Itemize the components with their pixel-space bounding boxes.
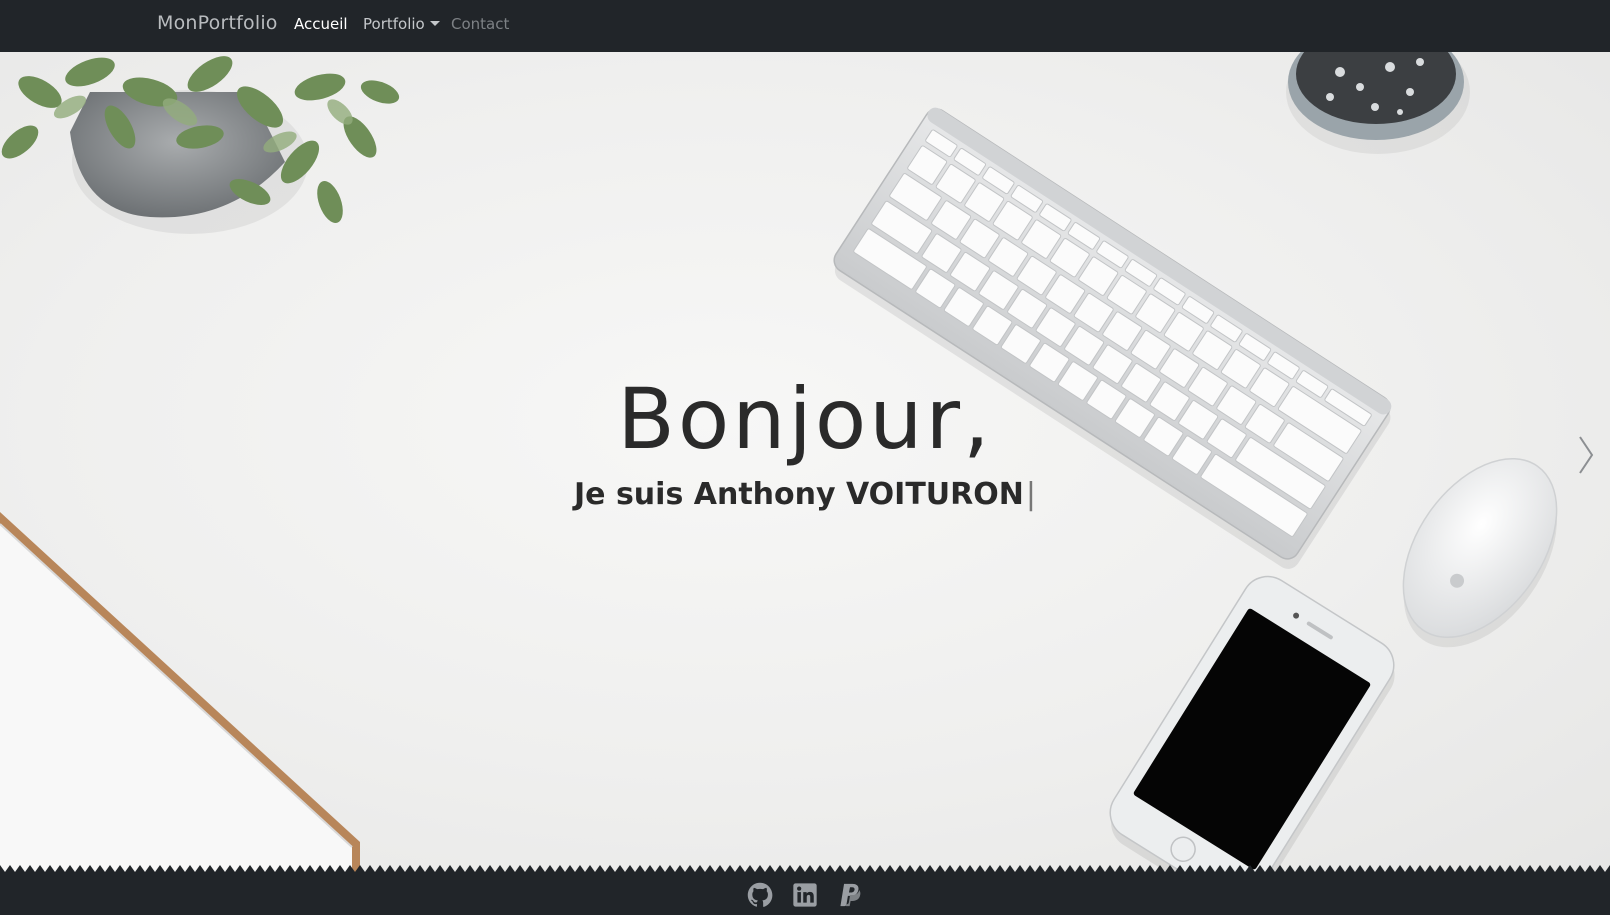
nav-portfolio-label: Portfolio <box>363 15 425 33</box>
paypal-link[interactable] <box>836 881 864 909</box>
hero-subtitle: Je suis Anthony VOITURON| <box>0 477 1610 512</box>
hero-greeting-title: Bonjour, <box>617 370 993 468</box>
hero-section: Bonjour, Je suis Anthony VOITURON| <box>0 52 1610 872</box>
top-navbar: MonPortfolio Accueil Portfolio Contact <box>0 0 1610 52</box>
plant-pot-illustration <box>1 56 400 234</box>
social-links <box>0 872 1610 915</box>
chevron-right-icon <box>1579 436 1594 474</box>
paypal-icon <box>840 883 861 907</box>
notebook-illustration <box>0 512 360 872</box>
nav-contact-link[interactable]: Contact <box>451 15 509 33</box>
linkedin-link[interactable] <box>791 881 819 909</box>
carousel-next-button[interactable] <box>1574 427 1600 483</box>
phone-illustration <box>1109 575 1395 872</box>
caret-down-icon <box>429 21 440 26</box>
linkedin-icon <box>793 883 817 907</box>
nav-accueil-link[interactable]: Accueil <box>294 15 348 33</box>
brand-logo-link[interactable]: MonPortfolio <box>157 12 278 34</box>
typing-cursor: | <box>1025 477 1036 512</box>
pin-cup-illustration <box>1286 52 1470 154</box>
github-link[interactable] <box>746 881 774 909</box>
github-icon <box>747 882 773 907</box>
footer <box>0 865 1610 915</box>
hero-subtitle-text: Je suis Anthony VOITURON <box>574 477 1024 512</box>
nav-portfolio-dropdown[interactable]: Portfolio <box>363 15 440 33</box>
